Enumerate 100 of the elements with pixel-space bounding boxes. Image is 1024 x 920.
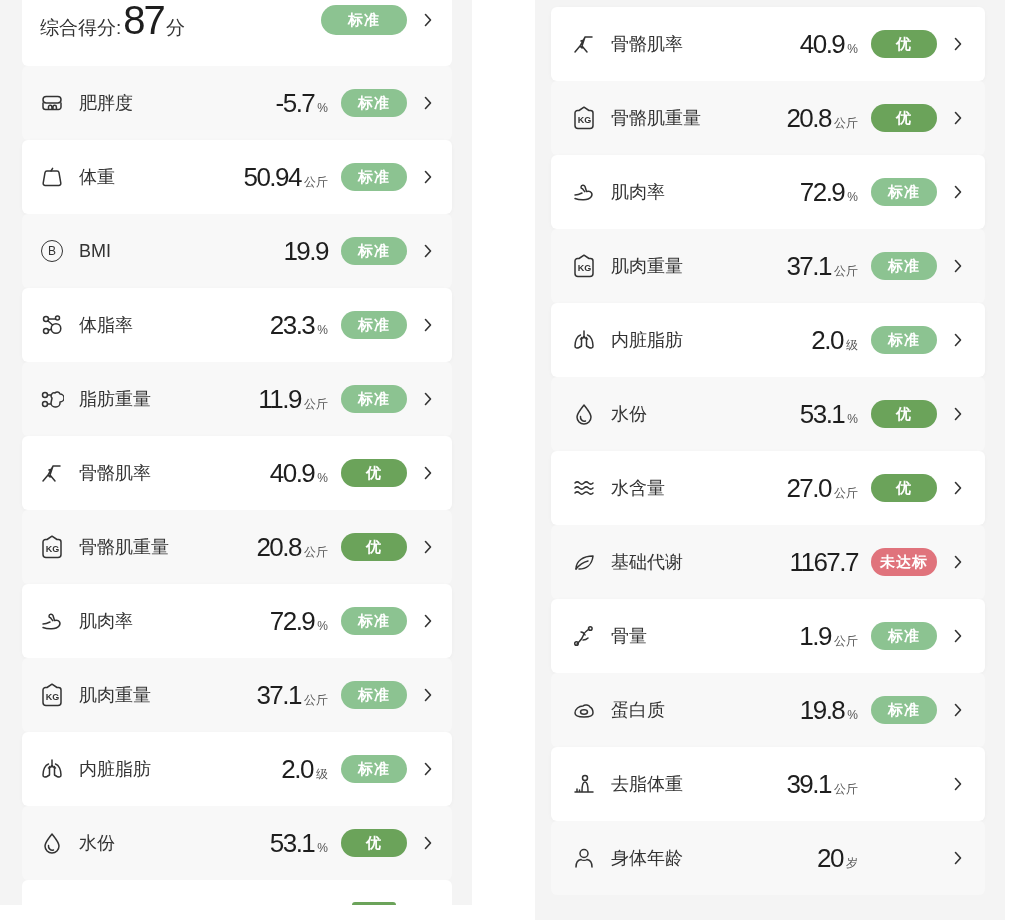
grade-tag: 标准 xyxy=(341,681,407,709)
metric-row[interactable]: 肥胖度 -5.7% 标准 xyxy=(22,66,452,140)
grade-tag: 标准 xyxy=(871,622,937,650)
metric-row[interactable]: 水含量 27.0公斤 优 xyxy=(551,451,985,525)
grade-tag: 标准 xyxy=(871,326,937,354)
score-card[interactable]: 综合得分:87分 标准 xyxy=(22,0,452,66)
metric-row[interactable]: 身体年龄 20岁 xyxy=(551,821,985,895)
chevron-right-icon xyxy=(954,629,962,643)
metric-row[interactable]: 肌肉率 72.9% 标准 xyxy=(551,155,985,229)
score-unit: 分 xyxy=(165,15,185,40)
metric-value: 1.9 xyxy=(799,622,831,649)
metric-row[interactable]: 骨骼肌率 40.9% 优 xyxy=(551,7,985,81)
metric-row[interactable]: 骨量 1.9公斤 标准 xyxy=(551,599,985,673)
chevron-right-icon xyxy=(954,703,962,717)
metric-row[interactable]: 体脂率 23.3% 标准 xyxy=(22,288,452,362)
grade-tag: 标准 xyxy=(341,385,407,413)
chevron-right-icon xyxy=(954,37,962,51)
grade-tag: 优 xyxy=(341,533,407,561)
chevron-right-icon xyxy=(424,13,432,27)
grade-tag: 标准 xyxy=(321,5,407,35)
metric-value: 11.9 xyxy=(258,385,301,412)
metric-value: 39.1 xyxy=(786,770,831,797)
metric-name: 骨骼肌重量 xyxy=(79,536,170,559)
metric-value: 40.9 xyxy=(799,31,845,57)
grade-tag: 优 xyxy=(341,829,407,857)
grade-tag: 标准 xyxy=(871,696,937,724)
metric-name: BMI xyxy=(79,240,112,262)
metric-name: 骨骼肌率 xyxy=(611,33,684,56)
metric-row[interactable]: 内脏脂肪 2.0级 标准 xyxy=(22,732,452,806)
metric-row[interactable]: 水份 53.1% 优 xyxy=(22,806,452,880)
metric-unit: % xyxy=(317,619,328,633)
metric-row[interactable]: 脂肪重量 11.9公斤 标准 xyxy=(22,362,452,436)
metric-row[interactable]: KG 肌肉重量 37.1公斤 标准 xyxy=(551,229,985,303)
metric-unit: 公斤 xyxy=(834,114,858,132)
metric-unit: 公斤 xyxy=(304,543,328,561)
metric-name: 蛋白质 xyxy=(611,699,666,722)
metric-value: 2.0 xyxy=(281,755,313,782)
chevron-right-icon xyxy=(954,185,962,199)
chevron-right-icon xyxy=(954,851,962,865)
metric-value: 37.1 xyxy=(256,681,301,708)
metric-value: 19.8 xyxy=(799,697,845,723)
metric-row[interactable]: 骨骼肌率 40.9% 优 xyxy=(22,436,452,510)
metric-name: 脂肪重量 xyxy=(79,388,152,411)
metric-row[interactable] xyxy=(22,880,452,905)
chevron-right-icon xyxy=(424,836,432,850)
metric-value: -5.7 xyxy=(275,90,315,116)
metric-row[interactable]: 体重 50.94公斤 标准 xyxy=(22,140,452,214)
chevron-right-icon xyxy=(954,481,962,495)
metric-value: 1167.7 xyxy=(789,549,858,575)
metric-row[interactable]: 内脏脂肪 2.0级 标准 xyxy=(551,303,985,377)
metric-row[interactable]: 去脂体重 39.1公斤 xyxy=(551,747,985,821)
chevron-right-icon xyxy=(424,540,432,554)
metric-unit: 公斤 xyxy=(834,484,858,502)
metric-unit: 级 xyxy=(846,336,858,354)
metric-unit: 公斤 xyxy=(834,262,858,280)
chevron-right-icon xyxy=(954,333,962,347)
metric-value: 37.1 xyxy=(786,252,831,279)
metric-row[interactable]: B BMI 19.9 标准 xyxy=(22,214,452,288)
metric-row[interactable]: KG 肌肉重量 37.1公斤 标准 xyxy=(22,658,452,732)
chevron-right-icon xyxy=(424,762,432,776)
metric-name: 身体年龄 xyxy=(611,847,684,870)
metric-unit: % xyxy=(847,412,858,426)
metric-name: 基础代谢 xyxy=(611,551,684,574)
chevron-right-icon xyxy=(424,244,432,258)
metric-row[interactable]: KG 骨骼肌重量 20.8公斤 优 xyxy=(22,510,452,584)
metric-row[interactable]: KG 骨骼肌重量 20.8公斤 优 xyxy=(551,81,985,155)
metric-row[interactable]: 水份 53.1% 优 xyxy=(551,377,985,451)
metric-row[interactable]: 肌肉率 72.9% 标准 xyxy=(22,584,452,658)
metric-unit: % xyxy=(317,323,328,337)
bubbles-icon xyxy=(40,313,64,337)
metric-value: 72.9 xyxy=(799,179,845,205)
chevron-right-icon xyxy=(424,688,432,702)
metric-value: 53.1 xyxy=(799,401,845,427)
metric-name: 体脂率 xyxy=(79,314,134,337)
twisted-line-icon xyxy=(572,624,596,648)
lungs-icon xyxy=(572,328,596,352)
metric-unit: 公斤 xyxy=(304,691,328,709)
chevron-right-icon xyxy=(424,96,432,110)
chevron-right-icon xyxy=(424,318,432,332)
chevron-right-icon xyxy=(954,259,962,273)
chevron-right-icon xyxy=(424,392,432,406)
metric-name: 骨量 xyxy=(611,625,648,648)
metric-name: 内脏脂肪 xyxy=(611,329,684,352)
grade-tag: 优 xyxy=(871,104,937,132)
grade-tag: 未达标 xyxy=(871,548,937,576)
grade-tag: 标准 xyxy=(341,755,407,783)
metric-row[interactable]: 基础代谢 1167.7 未达标 xyxy=(551,525,985,599)
metric-value: 50.94 xyxy=(243,163,301,190)
metric-row[interactable]: 蛋白质 19.8% 标准 xyxy=(551,673,985,747)
metric-value: 20.8 xyxy=(256,533,301,560)
metric-unit: 公斤 xyxy=(304,395,328,413)
chevron-right-icon xyxy=(424,466,432,480)
chevron-right-icon xyxy=(954,777,962,791)
metric-unit: 公斤 xyxy=(834,632,858,650)
grade-tag: 标准 xyxy=(871,178,937,206)
metric-name: 内脏脂肪 xyxy=(79,758,152,781)
weight-icon xyxy=(40,165,64,189)
chevron-right-icon xyxy=(424,170,432,184)
metric-value: 19.9 xyxy=(283,238,328,264)
metric-value: 2.0 xyxy=(811,326,843,353)
